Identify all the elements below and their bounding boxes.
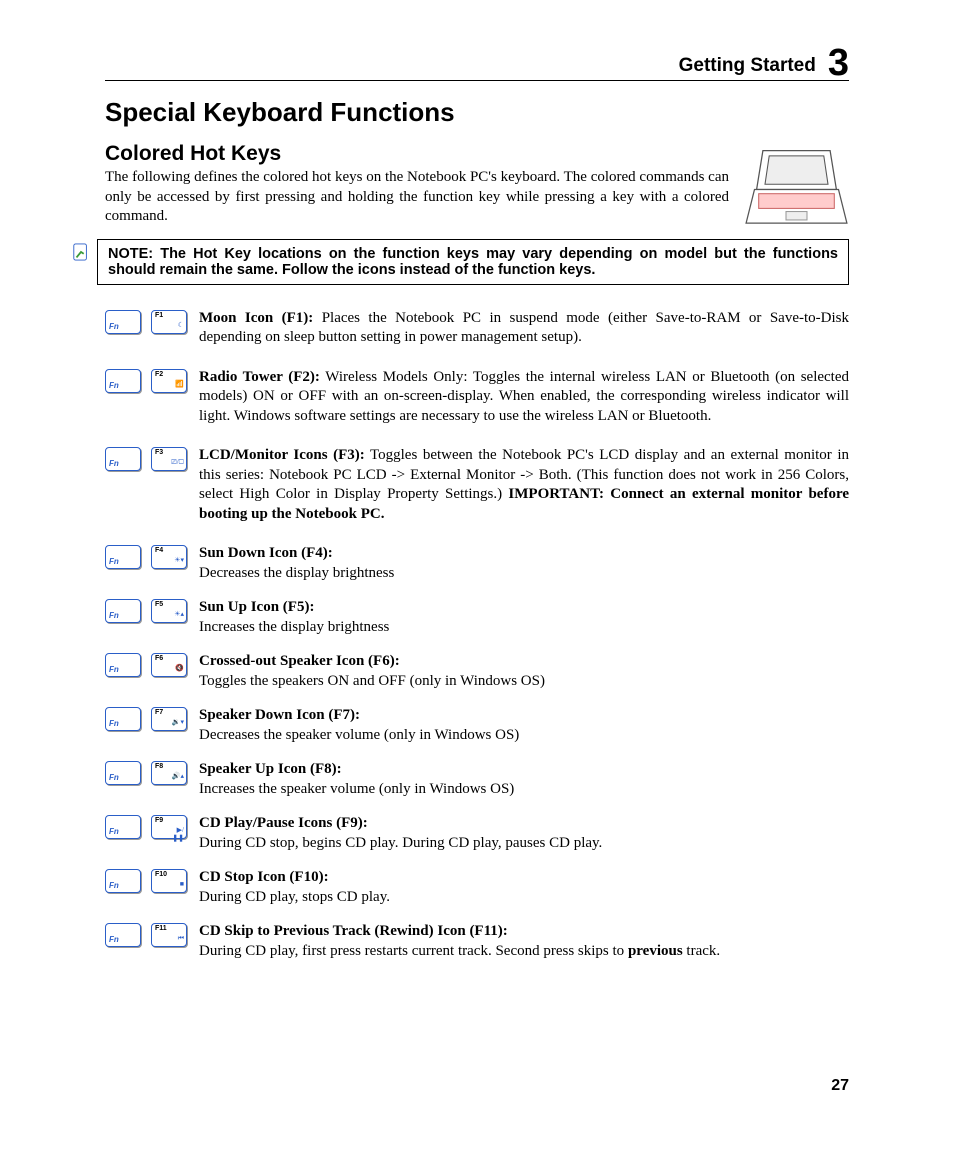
fn-key-icon (105, 761, 141, 785)
function-key-icon: F1☾ (151, 310, 187, 334)
fn-key-icon (105, 369, 141, 393)
function-key-icon: F10■ (151, 869, 187, 893)
fn-key-icon (105, 447, 141, 471)
hotkey-row: F7🔉▾ Speaker Down Icon (F7):Decreases the… (105, 706, 849, 745)
intro-paragraph: The following defines the colored hot ke… (105, 168, 849, 227)
hotkey-row: F1☾ Moon Icon (F1): Places the Notebook P… (105, 309, 849, 348)
hotkey-row: F6🔇 Crossed-out Speaker Icon (F6):Toggles… (105, 652, 849, 691)
page-number: 27 (831, 1077, 849, 1095)
hotkey-row: F5☀▴ Sun Up Icon (F5):Increases the displ… (105, 598, 849, 637)
hotkey-description: CD Play/Pause Icons (F9):During CD stop,… (199, 814, 849, 853)
hotkey-row: F9▶/❚❚ CD Play/Pause Icons (F9):During CD… (105, 814, 849, 853)
hotkey-description: CD Stop Icon (F10):During CD play, stops… (199, 868, 849, 907)
note-text: NOTE: The Hot Key locations on the funct… (108, 246, 838, 278)
function-key-icon: F5☀▴ (151, 599, 187, 623)
fn-key-icon (105, 815, 141, 839)
note-box: NOTE: The Hot Key locations on the funct… (97, 239, 849, 285)
hotkey-description: Sun Up Icon (F5):Increases the display b… (199, 598, 849, 637)
function-key-icon: F8🔊▴ (151, 761, 187, 785)
subsection-title: Colored Hot Keys (105, 142, 849, 166)
page-header: Getting Started 3 (105, 40, 849, 81)
hotkey-row: F11⏮ CD Skip to Previous Track (Rewind) I… (105, 922, 849, 961)
hotkey-list: F1☾ Moon Icon (F1): Places the Notebook P… (105, 309, 849, 962)
hotkey-description: Radio Tower (F2): Wireless Models Only: … (199, 368, 849, 427)
function-key-icon: F6🔇 (151, 653, 187, 677)
fn-key-icon (105, 653, 141, 677)
fn-key-icon (105, 545, 141, 569)
hotkey-description: LCD/Monitor Icons (F3): Toggles between … (199, 446, 849, 524)
fn-key-icon (105, 869, 141, 893)
function-key-icon: F11⏮ (151, 923, 187, 947)
laptop-illustration (744, 147, 849, 232)
function-key-icon: F9▶/❚❚ (151, 815, 187, 839)
fn-key-icon (105, 310, 141, 334)
hotkey-row: F10■ CD Stop Icon (F10):During CD play, s… (105, 868, 849, 907)
hotkey-description: CD Skip to Previous Track (Rewind) Icon … (199, 922, 849, 961)
hotkey-row: F8🔊▴ Speaker Up Icon (F8):Increases the s… (105, 760, 849, 799)
hotkey-description: Moon Icon (F1): Places the Notebook PC i… (199, 309, 849, 348)
hotkey-row: F4☀▾ Sun Down Icon (F4):Decreases the dis… (105, 544, 849, 583)
hotkey-description: Crossed-out Speaker Icon (F6):Toggles th… (199, 652, 849, 691)
section-number: 3 (828, 44, 849, 82)
hotkey-description: Sun Down Icon (F4):Decreases the display… (199, 544, 849, 583)
function-key-icon: F7🔉▾ (151, 707, 187, 731)
fn-key-icon (105, 923, 141, 947)
hotkey-description: Speaker Up Icon (F8):Increases the speak… (199, 760, 849, 799)
section-title: Getting Started (679, 55, 816, 80)
hotkey-description: Speaker Down Icon (F7):Decreases the spe… (199, 706, 849, 745)
hotkey-row: F3⎚/▢ LCD/Monitor Icons (F3): Toggles bet… (105, 446, 849, 524)
function-key-icon: F3⎚/▢ (151, 447, 187, 471)
function-key-icon: F2📶 (151, 369, 187, 393)
note-icon (72, 243, 90, 261)
function-key-icon: F4☀▾ (151, 545, 187, 569)
page-title: Special Keyboard Functions (105, 97, 849, 128)
fn-key-icon (105, 707, 141, 731)
fn-key-icon (105, 599, 141, 623)
hotkey-row: F2📶 Radio Tower (F2): Wireless Models Onl… (105, 368, 849, 427)
